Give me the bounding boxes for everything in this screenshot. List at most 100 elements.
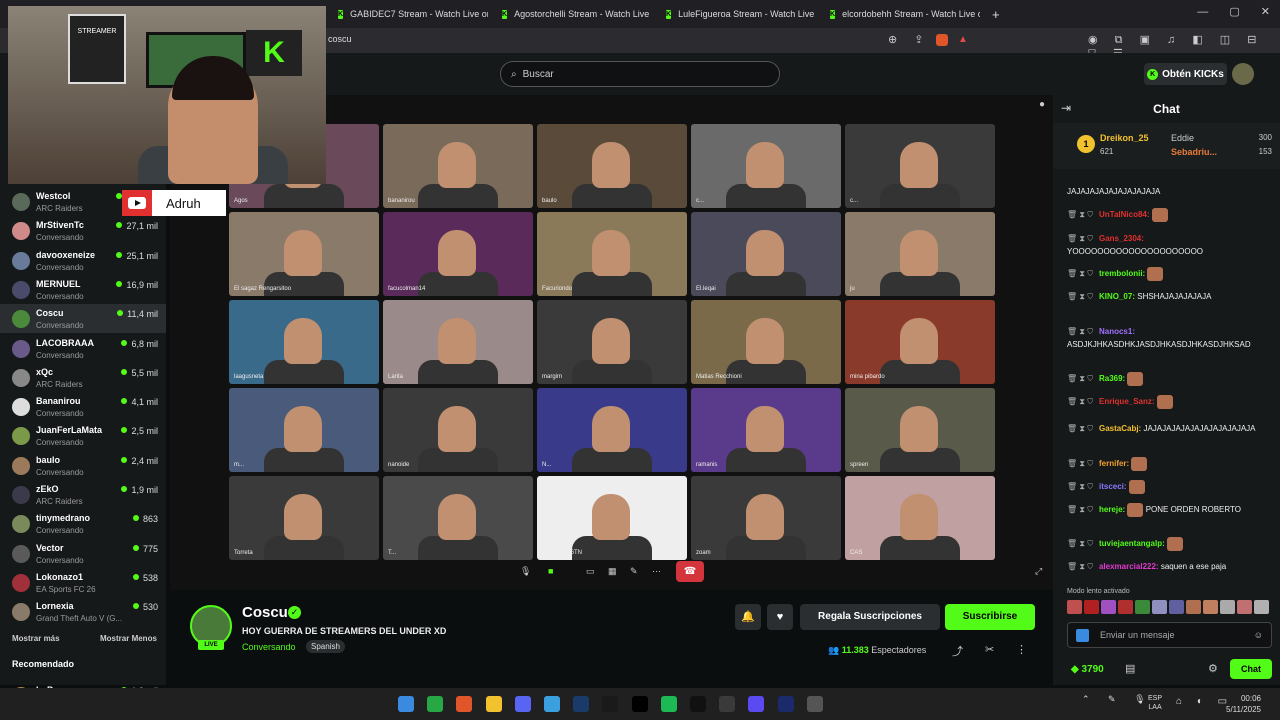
emote-icon[interactable] [1237,600,1252,614]
mic-icon[interactable]: 🎙 [520,566,531,577]
participant-tile[interactable]: zoam [691,476,841,560]
participant-tile[interactable]: margim [537,300,687,384]
chat-username[interactable]: GastaCabj: [1099,424,1141,433]
sidebar-channel[interactable]: zEkO ARC Raiders 1,9 mil [0,480,166,509]
taskbar-app-icon[interactable] [602,696,619,712]
sidebar-channel[interactable]: Bananirou Conversando 4,1 mil [0,392,166,421]
participant-tile[interactable]: Torreta [229,476,379,560]
system-tray[interactable]: ⌃ ✎ 🎙 [1082,694,1154,705]
sidebar-channel[interactable]: baulo Conversando 2,4 mil [0,451,166,480]
follow-heart-button[interactable]: ♥ [767,604,793,630]
address-bar-icons[interactable]: ⊕ ⇪ [888,33,931,46]
participant-tile[interactable]: ju [845,212,995,296]
taskbar-app-icon[interactable] [485,696,502,712]
emoji-icon[interactable]: ☺ [1254,623,1263,647]
chat-username[interactable]: UnTalNico84: [1099,210,1150,219]
participant-tile[interactable]: Silenciar X6TN [537,476,687,560]
show-more-button[interactable]: Mostrar más [12,634,60,643]
chat-message[interactable]: 🗑 ⧗ ⛉ Nanocs1: ASDJKJHKASDHKJASDJHKASDJHK… [1067,325,1272,351]
brave-shield-icon[interactable] [936,34,948,46]
chat-message[interactable]: 🗑 ⧗ ⛉ hereje: PONE ORDEN ROBERTO [1067,503,1272,517]
clock[interactable]: 00:06 5/11/2025 [1226,693,1261,715]
chat-message[interactable]: 🗑 ⧗ ⛉ tuviejaentangalp: [1067,537,1272,551]
share-icon[interactable]: ⤴ [952,643,963,659]
stream-category[interactable]: Conversando [242,642,296,652]
taskbar-app-icon[interactable] [748,696,765,712]
sidebar-channel[interactable]: Vector Conversando 775 [0,539,166,568]
language-tag[interactable]: Spanish [306,640,345,653]
emote-icon[interactable] [1084,600,1099,614]
taskbar-app-icon[interactable] [456,696,473,712]
emote-icon[interactable] [1101,600,1116,614]
participant-tile[interactable]: ramanis [691,388,841,472]
url-text[interactable]: coscu [328,34,352,44]
chat-message[interactable]: 🗑 ⧗ ⛉ Gans_2304: YOOOOOOOOOOOOOOOOOOOOO [1067,232,1272,258]
new-tab-button[interactable]: + [992,0,1006,28]
keyboard-language[interactable]: ESP LAA [1148,694,1162,712]
chat-message[interactable]: 🗑 ⧗ ⛉ alexmarcial222: saquen a ese paja [1067,560,1272,573]
chat-username[interactable]: fernifer: [1099,459,1129,468]
participant-tile[interactable]: facucolman14 [383,212,533,296]
show-less-button[interactable]: Mostrar Menos [100,634,157,643]
notification-bell-button[interactable]: 🔔 [735,604,761,630]
chat-message[interactable]: 🗑 ⧗ ⛉ Ra369: [1067,372,1272,386]
emote-icon[interactable] [1169,600,1184,614]
streamer-name[interactable]: Coscu [242,604,288,621]
taskbar-app-icon[interactable] [631,696,648,712]
fullscreen-icon[interactable]: ⤢ [1035,566,1042,577]
more-icon[interactable]: ⋮ [1016,643,1027,656]
search-input[interactable]: ⌕ Buscar [500,61,780,87]
user-avatar[interactable] [1232,63,1254,85]
sidebar-channel[interactable]: Lokonazo1 EA Sports FC 26 538 [0,568,166,597]
chat-message[interactable]: 🗑 ⧗ ⛉ GastaCabj: JAJAJAJAJAJAJAJAJAJAJAJA [1067,422,1272,435]
sidebar-channel[interactable]: MrStivenTc Conversando 27,1 mil [0,216,166,245]
participant-tile[interactable]: spreen [845,388,995,472]
participant-tile[interactable]: El sagaz Rengarsitoo [229,212,379,296]
participant-tile[interactable]: Larita [383,300,533,384]
chat-message[interactable]: 🗑 ⧗ ⛉ Enrique_Sanz: [1067,395,1272,409]
sidebar-channel[interactable]: LACOBRAAA Conversando 6,8 mil [0,334,166,363]
chat-username[interactable]: itsceci: [1099,482,1127,491]
sidebar-channel[interactable]: Lornexia Grand Theft Auto V (G... 530 [0,597,166,626]
participant-tile[interactable]: laagusneta [229,300,379,384]
sidebar-channel[interactable]: Coscu Conversando 11,4 mil [0,304,166,334]
browser-tab[interactable]: K Agostorchelli Stream - Watch Live on [502,0,652,28]
participant-tile[interactable]: Matias Recchioni [691,300,841,384]
chat-username[interactable]: trembolonii: [1099,269,1145,278]
emote-icon[interactable] [1186,600,1201,614]
taskbar-app-icon[interactable] [777,696,794,712]
grid-view-icon[interactable]: ▦ [608,566,617,577]
chat-username[interactable]: Ra369: [1099,374,1125,383]
kicks-balance[interactable]: ◆ 3790 [1071,664,1104,675]
emote-icon[interactable] [1220,600,1235,614]
chat-message[interactable]: JAJAJAJAJAJAJAJAJAJA [1067,185,1272,198]
taskbar-app-icon[interactable] [544,696,560,712]
chat-message[interactable]: 🗑 ⧗ ⛉ fernifer: [1067,457,1272,471]
taskbar-app-icon[interactable] [806,696,823,712]
chat-username[interactable]: Enrique_Sanz: [1099,397,1155,406]
participant-tile[interactable]: nanoide [383,388,533,472]
browser-tab[interactable]: K LuleFigueroa Stream - Watch Live on [666,0,816,28]
browser-tab[interactable]: Kelcordobehh Stream - Watch Live on [830,0,980,28]
chat-message[interactable]: 🗑 ⧗ ⛉ KINO_07: SHSHAJAJAJAJAJA [1067,290,1272,303]
sidebar-channel[interactable]: MERNUEL Conversando 16,9 mil [0,275,166,304]
emote-bar[interactable] [1067,600,1272,616]
taskbar-app-icon[interactable] [514,696,531,712]
taskbar-app-icon[interactable] [660,696,677,712]
chat-message[interactable]: 🗑 ⧗ ⛉ itsceci: [1067,480,1272,494]
network-volume-icons[interactable]: ⌂ ◐ ▭ [1176,696,1233,707]
taskbar-app-icon[interactable] [573,696,590,712]
participant-tile[interactable]: bananirou [383,124,533,208]
participant-tile[interactable]: c... [845,124,995,208]
sidebar-channel[interactable]: tinymedrano Conversando 863 [0,509,166,538]
chat-message[interactable]: 🗑 ⧗ ⛉ trembolonii: [1067,267,1272,281]
chat-input[interactable]: Enviar un mensaje ☺ [1067,622,1272,648]
emote-icon[interactable] [1203,600,1218,614]
participant-tile[interactable]: El.leqai [691,212,841,296]
taskbar-app-icon[interactable] [719,696,736,712]
participant-tile[interactable]: c... [691,124,841,208]
emote-icon[interactable] [1118,600,1133,614]
browser-tab[interactable]: K GABIDEC7 Stream - Watch Live on Ki [338,0,488,28]
more-options-icon[interactable]: ⋯ [652,566,661,577]
clip-icon[interactable]: ✂ [985,643,994,656]
